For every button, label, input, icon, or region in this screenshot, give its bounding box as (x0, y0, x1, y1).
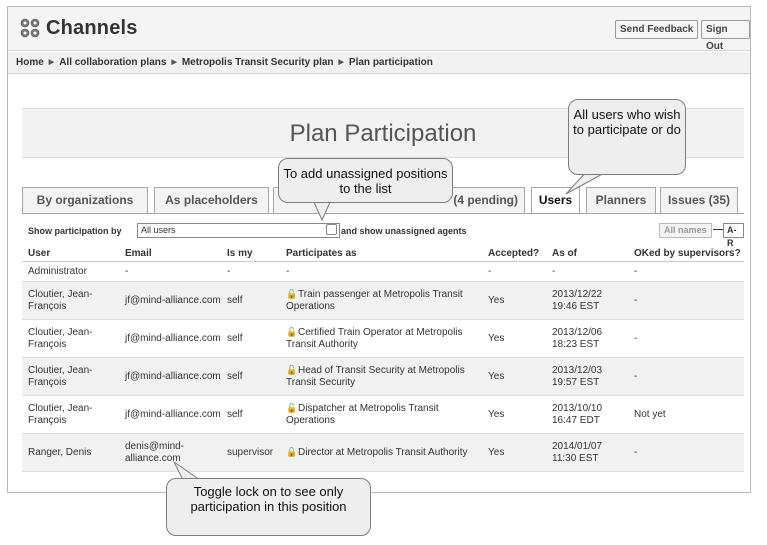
triangle-right-icon: ▶ (48, 59, 55, 66)
table-row: Cloutier, Jean-François jf@mind-alliance… (22, 319, 744, 358)
show-participation-label: Show participation by (28, 226, 122, 236)
cell-participates-as: 🔓Dispatcher at Metropolis Transit Operat… (280, 395, 482, 434)
col-header-email[interactable]: Email (119, 246, 221, 262)
col-header-user[interactable]: User (22, 246, 119, 262)
cell-user: Ranger, Denis (22, 433, 119, 472)
cell-accepted: Yes (482, 357, 546, 396)
cell-is-my: self (221, 319, 280, 358)
lock-callout: Toggle lock on to see only participation… (166, 478, 371, 536)
cell-participates-as: 🔓Head of Transit Security at Metropolis … (280, 357, 482, 396)
cell-oked: - (628, 357, 744, 396)
tab-as-placeholders[interactable]: As placeholders (154, 187, 269, 213)
cell-is-my: self (221, 281, 280, 320)
cell-is-my: self (221, 357, 280, 396)
lock-icon[interactable]: 🔓 (286, 364, 297, 375)
selected-option: All users (141, 225, 176, 235)
col-header-participates-as[interactable]: Participates as (280, 246, 482, 262)
cell-user: Cloutier, Jean-François (22, 319, 119, 358)
table-row: Administrator - - - - - - (22, 261, 744, 282)
table-header-row: User Email Is my Participates as Accepte… (22, 246, 744, 262)
participation-controls: Show participation by All users ▼ and sh… (22, 221, 744, 248)
cell-participates-as: 🔓Train passenger at Metropolis Transit O… (280, 281, 482, 320)
range-separator: — (713, 224, 723, 235)
cell-accepted: Yes (482, 433, 546, 472)
participation-text: Head of Transit Security at Metropolis T… (286, 365, 465, 388)
cell-email: denis@mind-alliance.com (119, 433, 221, 472)
cell-email: jf@mind-alliance.com (119, 395, 221, 434)
cell-as-of: 2013/12/06 18:23 EST (546, 319, 628, 358)
participation-filter-select[interactable]: All users ▼ (137, 223, 340, 238)
col-header-accepted[interactable]: Accepted? (482, 246, 546, 262)
breadcrumb-plan[interactable]: Metropolis Transit Security plan (182, 57, 334, 68)
cell-as-of: - (546, 261, 628, 282)
participation-text: Certified Train Operator at Metropolis T… (286, 327, 463, 350)
table-row: Cloutier, Jean-François jf@mind-alliance… (22, 395, 744, 434)
app-window: Channels Send Feedback Sign Out Home ▶ All… (7, 6, 751, 493)
cell-accepted: Yes (482, 319, 546, 358)
lock-icon[interactable]: 🔓 (286, 326, 297, 337)
col-header-as-of[interactable]: As of (546, 246, 628, 262)
send-feedback-button[interactable]: Send Feedback (615, 20, 699, 39)
cell-as-of: 2013/12/03 19:57 EST (546, 357, 628, 396)
cell-oked: Not yet (628, 395, 744, 434)
cell-user: Cloutier, Jean-François (22, 357, 119, 396)
unassigned-callout: To add unassigned positions to the list (278, 158, 453, 203)
breadcrumb-all-plans[interactable]: All collaboration plans (59, 57, 166, 68)
lock-icon[interactable]: 🔓 (286, 446, 297, 457)
cell-is-my: self (221, 395, 280, 434)
participation-text: Director at Metropolis Transit Authority (298, 447, 468, 458)
cell-participates-as: 🔓Director at Metropolis Transit Authorit… (280, 433, 482, 472)
tab-baseline (22, 213, 744, 214)
cell-participates-as: 🔓Certified Train Operator at Metropolis … (280, 319, 482, 358)
lock-icon[interactable]: 🔓 (286, 288, 297, 299)
cell-as-of: 2013/10/10 16:47 EDT (546, 395, 628, 434)
cell-user: Cloutier, Jean-François (22, 281, 119, 320)
cell-user: Administrator (22, 261, 119, 282)
sign-out-button[interactable]: Sign Out (701, 20, 750, 52)
triangle-right-icon: ▶ (338, 59, 344, 66)
cell-as-of: 2013/12/22 19:46 EST (546, 281, 628, 320)
top-bar: Channels Send Feedback Sign Out (8, 7, 750, 52)
breadcrumb-current: Plan participation (348, 57, 433, 68)
channels-logo-icon (20, 18, 40, 38)
lock-icon[interactable]: 🔓 (286, 402, 297, 413)
table-row: Ranger, Denis denis@mind-alliance.com su… (22, 433, 744, 472)
table-row: Cloutier, Jean-François jf@mind-alliance… (22, 281, 744, 320)
col-header-is-my[interactable]: Is my (221, 246, 280, 262)
range-a-r-button[interactable]: A-R (723, 223, 744, 248)
cell-email: jf@mind-alliance.com (119, 281, 221, 320)
cell-email: - (119, 261, 221, 282)
users-callout: All users who wish to participate or do (568, 99, 686, 175)
cell-oked: - (628, 261, 744, 282)
cell-email: jf@mind-alliance.com (119, 357, 221, 396)
show-unassigned-label: and show unassigned agents (341, 226, 467, 236)
triangle-right-icon: ▶ (171, 59, 177, 66)
cell-as-of: 2014/01/07 11:30 EST (546, 433, 628, 472)
tab-users[interactable]: Users (531, 187, 580, 214)
cell-oked: - (628, 281, 744, 320)
participation-text: Train passenger at Metropolis Transit Op… (286, 289, 463, 312)
col-header-oked[interactable]: OKed by supervisors? (628, 246, 744, 262)
cell-accepted: Yes (482, 395, 546, 434)
tab-issues[interactable]: Issues (35) (660, 187, 738, 213)
breadcrumb: Home ▶ All collaboration plans ▶ Metropolis … (8, 52, 750, 74)
cell-accepted: Yes (482, 281, 546, 320)
all-names-button[interactable]: All names (659, 223, 712, 238)
cell-user: Cloutier, Jean-François (22, 395, 119, 434)
tab-planners[interactable]: Planners (586, 187, 656, 213)
participation-table: User Email Is my Participates as Accepte… (22, 246, 744, 472)
cell-participates-as: - (280, 261, 482, 282)
cell-oked: - (628, 433, 744, 472)
tab-by-organizations[interactable]: By organizations (22, 187, 148, 213)
cell-email: jf@mind-alliance.com (119, 319, 221, 358)
table-row: Cloutier, Jean-François jf@mind-alliance… (22, 357, 744, 396)
cell-is-my: - (221, 261, 280, 282)
app-title: Channels (46, 17, 138, 39)
cell-accepted: - (482, 261, 546, 282)
cell-is-my: supervisor (221, 433, 280, 472)
show-unassigned-checkbox[interactable] (326, 224, 337, 235)
cell-oked: - (628, 319, 744, 358)
participation-text: Dispatcher at Metropolis Transit Operati… (286, 403, 439, 426)
breadcrumb-home[interactable]: Home (16, 57, 44, 68)
